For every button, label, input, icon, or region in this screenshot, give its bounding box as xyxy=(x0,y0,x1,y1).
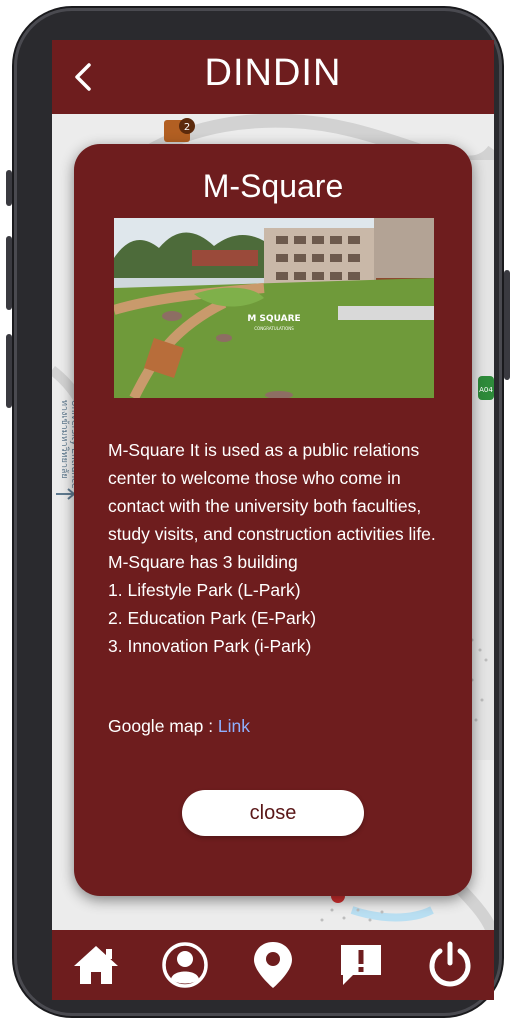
photo-sign-subtext: CONGRATULATIONS xyxy=(254,326,294,331)
google-map-label: Google map : xyxy=(108,716,218,736)
nav-location-button[interactable] xyxy=(246,938,300,992)
location-pin-icon xyxy=(253,942,292,988)
nav-power-button[interactable] xyxy=(423,938,477,992)
map-marker-number[interactable]: 2 xyxy=(184,122,190,133)
nav-report-button[interactable] xyxy=(334,938,388,992)
report-icon xyxy=(341,945,382,985)
google-map-link[interactable]: Link xyxy=(218,716,250,736)
place-description: M-Square It is used as a public relation… xyxy=(108,440,436,656)
nav-home-button[interactable] xyxy=(69,938,123,992)
phone-volume-down-button xyxy=(6,334,12,408)
nav-profile-button[interactable] xyxy=(158,938,212,992)
map-entrance-label-thai: ทางเข้ามหาวิทยาลัย xyxy=(59,400,70,479)
phone-power-button xyxy=(504,270,510,380)
map-side-badge: A04 xyxy=(479,386,493,394)
phone-frame: 2 A04 ทางเข้ามหาวิทยาลัย University Entr… xyxy=(6,8,510,1016)
place-detail-modal: M-Square M SQUARE CONGRATULATIONS M-Squa… xyxy=(74,144,472,896)
place-photo: M SQUARE CONGRATULATIONS xyxy=(114,218,434,398)
close-button[interactable]: close xyxy=(182,790,364,836)
google-map-row: Google map : Link xyxy=(108,716,250,737)
app-screen: 2 A04 ทางเข้ามหาวิทยาลัย University Entr… xyxy=(52,40,494,1000)
bottom-nav xyxy=(52,930,494,1000)
photo-sign-text: M SQUARE xyxy=(247,314,300,324)
modal-title: M-Square xyxy=(202,168,344,204)
phone-volume-up-button xyxy=(6,236,12,310)
app-header: DINDIN xyxy=(52,40,494,114)
app-title: DINDIN xyxy=(204,52,342,94)
phone-side-button xyxy=(6,170,12,206)
home-icon xyxy=(74,946,119,984)
power-icon xyxy=(429,941,471,987)
profile-icon xyxy=(161,942,208,988)
